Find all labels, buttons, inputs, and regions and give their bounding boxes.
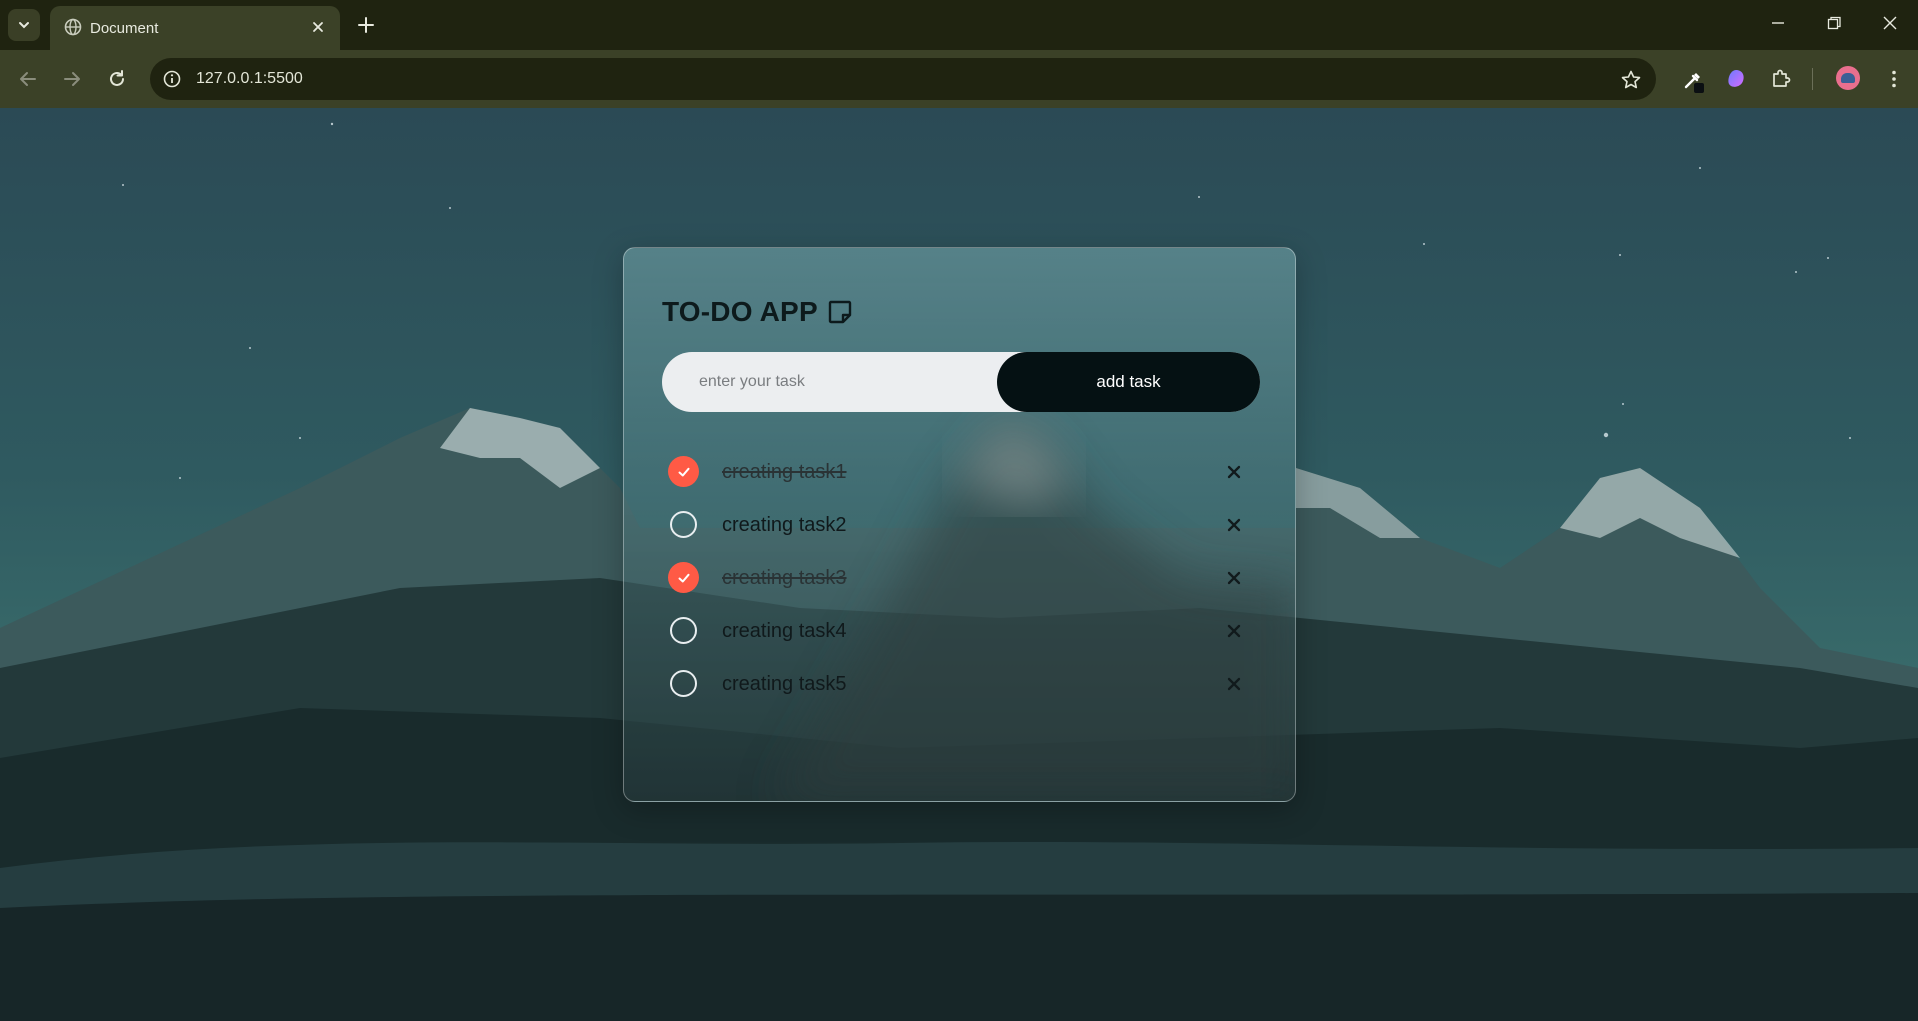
task-label[interactable]: creating task3 bbox=[722, 567, 847, 590]
url-text[interactable]: 127.0.0.1:5500 bbox=[196, 70, 303, 88]
browser-tab-bar: Document bbox=[0, 0, 1918, 50]
browser-toolbar: 127.0.0.1:5500 bbox=[0, 50, 1918, 108]
task-list: creating task1 creating task2 creating tas… bbox=[668, 455, 1242, 720]
chevron-down-icon bbox=[19, 22, 29, 29]
unchecked-circle-icon[interactable] bbox=[670, 670, 697, 697]
tab-list-button[interactable] bbox=[8, 9, 40, 41]
list-item[interactable]: creating task3 bbox=[668, 561, 1242, 614]
checked-circle-icon[interactable] bbox=[668, 456, 699, 487]
close-icon[interactable] bbox=[310, 19, 326, 35]
restore-icon[interactable] bbox=[1824, 13, 1844, 33]
list-item[interactable]: creating task5 bbox=[670, 667, 1242, 720]
arrow-right-icon[interactable] bbox=[60, 67, 84, 91]
close-icon[interactable] bbox=[1226, 570, 1242, 586]
address-bar[interactable]: 127.0.0.1:5500 bbox=[150, 58, 1656, 100]
close-icon[interactable] bbox=[1226, 464, 1242, 480]
checkmark-icon bbox=[678, 573, 689, 582]
ai-extension-icon[interactable] bbox=[1724, 67, 1748, 91]
close-icon[interactable] bbox=[1226, 517, 1242, 533]
checked-circle-icon[interactable] bbox=[668, 562, 699, 593]
task-label[interactable]: creating task4 bbox=[722, 620, 847, 643]
star-icon[interactable] bbox=[1620, 69, 1642, 91]
task-input-row: add task bbox=[662, 352, 1260, 412]
toolbar-separator bbox=[1812, 68, 1813, 90]
task-label[interactable]: creating task1 bbox=[722, 461, 847, 484]
plus-icon[interactable] bbox=[354, 13, 378, 37]
unchecked-circle-icon[interactable] bbox=[670, 511, 697, 538]
task-label[interactable]: creating task2 bbox=[722, 514, 847, 537]
minimize-icon[interactable] bbox=[1768, 13, 1788, 33]
task-label[interactable]: creating task5 bbox=[722, 673, 847, 696]
reload-icon[interactable] bbox=[105, 67, 129, 91]
extensions-puzzle-icon[interactable] bbox=[1769, 67, 1793, 91]
todo-card: TO-DO APP add task creating task1creatin… bbox=[623, 247, 1296, 802]
more-menu-icon[interactable] bbox=[1882, 67, 1906, 91]
browser-tab[interactable]: Document bbox=[50, 6, 340, 50]
close-icon[interactable] bbox=[1226, 676, 1242, 692]
list-item[interactable]: creating task2 bbox=[670, 508, 1242, 561]
unchecked-circle-icon[interactable] bbox=[670, 617, 697, 644]
globe-icon bbox=[64, 18, 82, 36]
window-close-icon[interactable] bbox=[1880, 13, 1900, 33]
checkmark-icon bbox=[678, 467, 689, 476]
list-item[interactable]: creating task4 bbox=[670, 614, 1242, 667]
avatar[interactable] bbox=[1836, 66, 1860, 90]
page-title: TO-DO APP bbox=[662, 296, 854, 328]
app-title-text: TO-DO APP bbox=[662, 296, 818, 327]
info-icon[interactable] bbox=[162, 69, 182, 89]
list-item[interactable]: creating task1 bbox=[668, 455, 1242, 508]
sticky-note-icon bbox=[826, 298, 854, 326]
close-icon[interactable] bbox=[1226, 623, 1242, 639]
eyedropper-extension-icon[interactable] bbox=[1680, 67, 1706, 93]
arrow-left-icon[interactable] bbox=[16, 67, 40, 91]
tab-title: Document bbox=[90, 20, 159, 37]
add-task-button[interactable]: add task bbox=[997, 352, 1260, 412]
